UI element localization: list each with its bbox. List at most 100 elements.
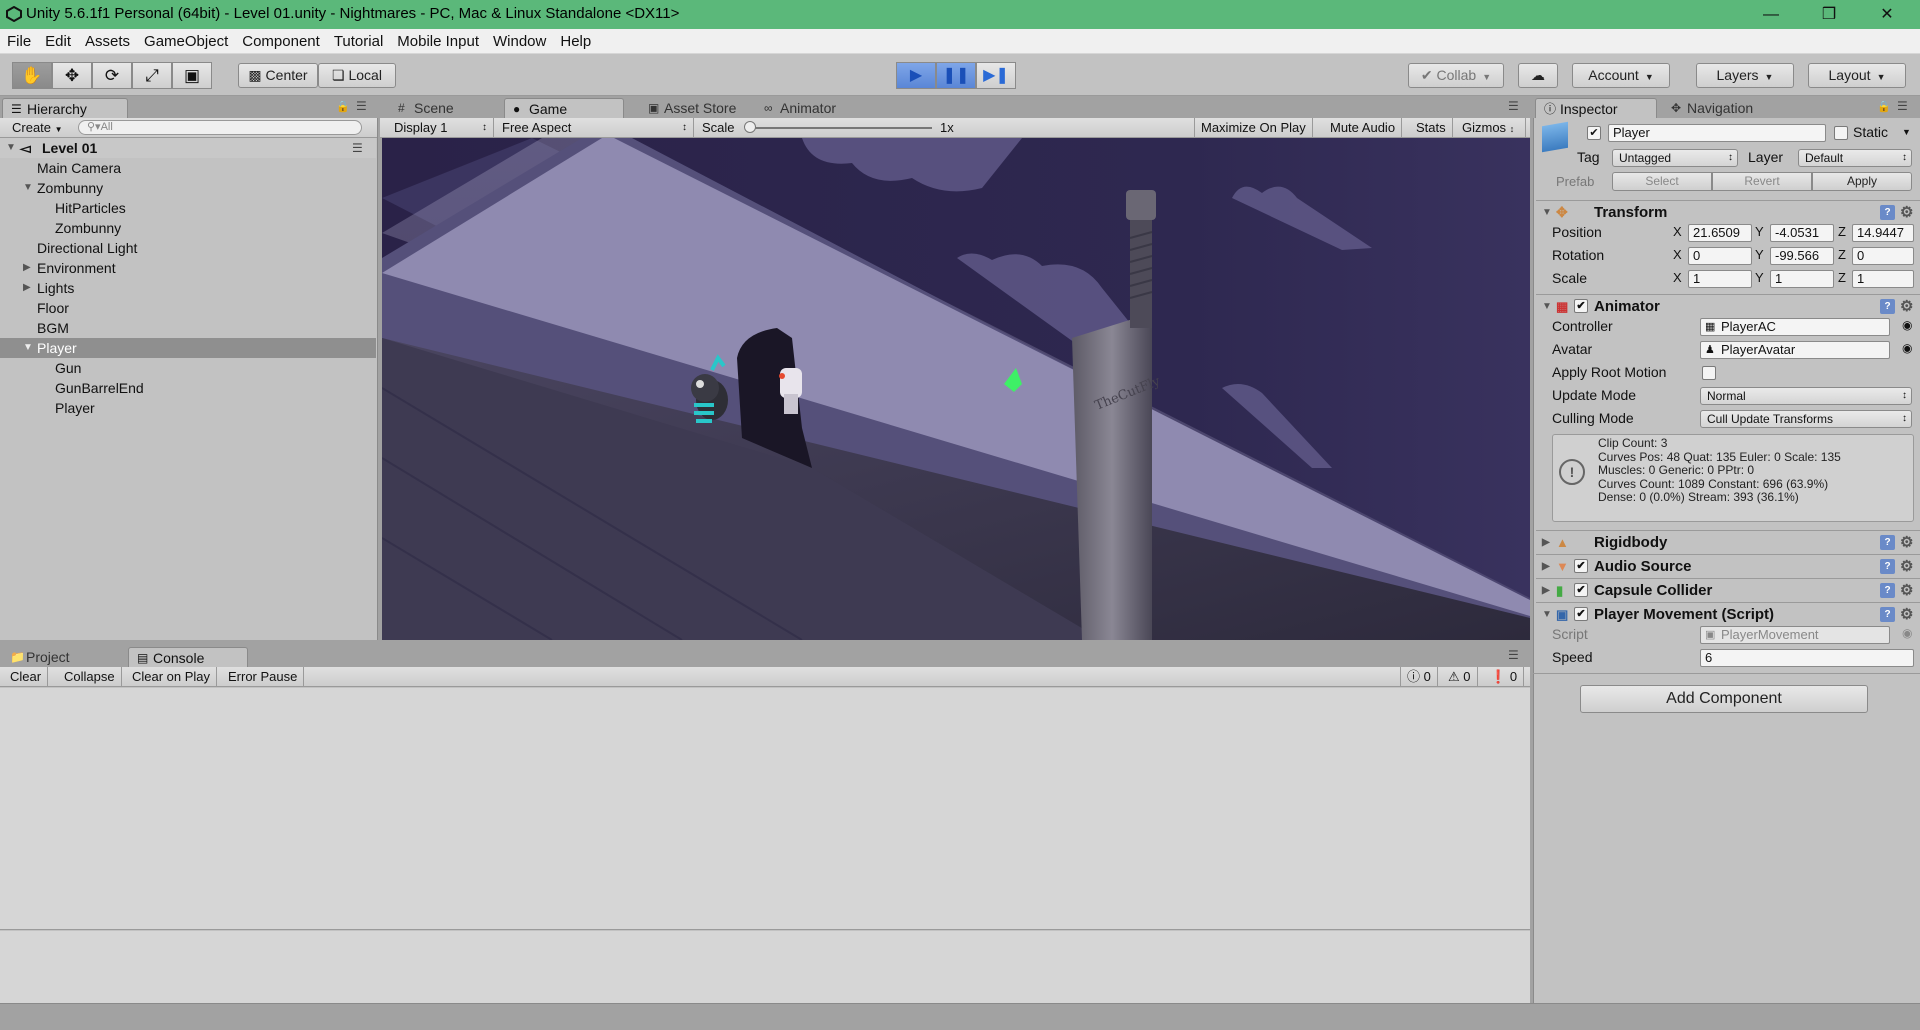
maximize-on-play-toggle[interactable]: Maximize On Play <box>1194 118 1313 138</box>
prefab-select-button[interactable]: Select <box>1612 172 1712 191</box>
expand-arrow-icon[interactable]: ▼ <box>23 178 33 198</box>
expand-arrow-icon[interactable]: ▼ <box>1542 201 1552 224</box>
position-y-field[interactable]: -4.0531 <box>1770 224 1834 242</box>
gear-icon[interactable]: ⚙ <box>1900 579 1913 602</box>
collapse-arrow-icon[interactable]: ▶ <box>1542 579 1550 602</box>
object-picker-icon[interactable]: ◉ <box>1902 341 1912 355</box>
scale-y-field[interactable]: 1 <box>1770 270 1834 288</box>
menu-mobile-input[interactable]: Mobile Input <box>390 29 486 54</box>
close-button[interactable]: ✕ <box>1859 0 1915 29</box>
panel-menu-icon[interactable]: ☰ <box>1508 99 1519 113</box>
player-movement-header[interactable]: ▼ ▣ ✔ Player Movement (Script) ? ⚙ <box>1536 602 1920 625</box>
collapse-arrow-icon[interactable]: ▶ <box>23 258 31 278</box>
rect-tool-icon[interactable]: ▣ <box>172 62 212 89</box>
expand-arrow-icon[interactable]: ▼ <box>1542 295 1552 318</box>
menu-gameobject[interactable]: GameObject <box>137 29 235 54</box>
layer-dropdown[interactable]: Default <box>1798 149 1912 167</box>
tag-dropdown[interactable]: Untagged <box>1612 149 1738 167</box>
pivot-center-button[interactable]: ▩ Center <box>238 63 318 88</box>
scene-menu-icon[interactable]: ☰ <box>352 138 363 158</box>
hierarchy-item[interactable]: ▶ Lights <box>0 278 376 298</box>
hierarchy-search-input[interactable]: ⚲▾All <box>78 120 362 135</box>
expand-arrow-icon[interactable]: ▼ <box>23 338 33 358</box>
scale-z-field[interactable]: 1 <box>1852 270 1914 288</box>
hierarchy-item[interactable]: Player <box>0 398 376 418</box>
movement-enabled-checkbox[interactable]: ✔ <box>1574 607 1588 621</box>
prefab-revert-button[interactable]: Revert <box>1712 172 1812 191</box>
hierarchy-item-selected[interactable]: ▼ Player <box>0 338 376 358</box>
tab-hierarchy[interactable]: ☰ Hierarchy <box>2 98 128 118</box>
script-field[interactable]: ▣ PlayerMovement <box>1700 626 1890 644</box>
expand-arrow-icon[interactable]: ▼ <box>6 138 16 158</box>
scale-x-field[interactable]: 1 <box>1688 270 1752 288</box>
add-component-button[interactable]: Add Component <box>1580 685 1868 713</box>
rotation-y-field[interactable]: -99.566 <box>1770 247 1834 265</box>
menu-tutorial[interactable]: Tutorial <box>327 29 390 54</box>
collapse-arrow-icon[interactable]: ▶ <box>23 278 31 298</box>
hierarchy-item[interactable]: BGM <box>0 318 376 338</box>
rotation-z-field[interactable]: 0 <box>1852 247 1914 265</box>
collapse-toggle[interactable]: Collapse <box>58 667 122 687</box>
audio-source-header[interactable]: ▶ ▼ ✔ Audio Source ? ⚙ <box>1536 554 1920 577</box>
hierarchy-item[interactable]: Gun <box>0 358 376 378</box>
aspect-dropdown[interactable]: Free Aspect ↕ <box>494 118 694 137</box>
play-button-icon[interactable]: ▶ <box>896 62 936 89</box>
maximize-button[interactable]: ❒ <box>1801 0 1857 29</box>
help-icon[interactable]: ? <box>1880 559 1895 574</box>
scale-slider-thumb[interactable] <box>744 121 756 133</box>
lock-icon[interactable]: 🔒 <box>1877 100 1891 113</box>
tab-scene[interactable]: # Scene <box>390 98 490 118</box>
audio-enabled-checkbox[interactable]: ✔ <box>1574 559 1588 573</box>
hierarchy-item[interactable]: Floor <box>0 298 376 318</box>
expand-arrow-icon[interactable]: ▼ <box>1542 603 1552 626</box>
gear-icon[interactable]: ⚙ <box>1900 295 1913 318</box>
move-tool-icon[interactable]: ✥ <box>52 62 92 89</box>
tab-asset-store[interactable]: ▣ Asset Store <box>640 98 770 118</box>
hierarchy-item[interactable]: ▶ Environment <box>0 258 376 278</box>
tab-inspector[interactable]: ⓘ Inspector <box>1535 98 1657 118</box>
lock-icon[interactable]: 🔒 <box>336 100 350 113</box>
animator-enabled-checkbox[interactable]: ✔ <box>1574 299 1588 313</box>
scale-tool-icon[interactable]: ⤢ <box>132 62 172 89</box>
collapse-arrow-icon[interactable]: ▶ <box>1542 531 1550 554</box>
stats-toggle[interactable]: Stats <box>1410 118 1453 138</box>
tab-project[interactable]: 📁 Project <box>2 647 122 667</box>
hierarchy-item[interactable]: HitParticles <box>0 198 376 218</box>
help-icon[interactable]: ? <box>1880 607 1895 622</box>
pivot-local-button[interactable]: ❏ Local <box>318 63 396 88</box>
active-checkbox[interactable]: ✔ <box>1587 126 1601 140</box>
hierarchy-item[interactable]: Zombunny <box>0 218 376 238</box>
cloud-button-icon[interactable]: ☁ <box>1518 63 1558 88</box>
prefab-apply-button[interactable]: Apply <box>1812 172 1912 191</box>
tab-game[interactable]: ● Game <box>504 98 624 118</box>
help-icon[interactable]: ? <box>1880 583 1895 598</box>
help-icon[interactable]: ? <box>1880 535 1895 550</box>
scale-slider-track[interactable] <box>748 127 932 129</box>
warning-count-toggle[interactable]: ⚠ 0 <box>1442 667 1478 687</box>
minimize-button[interactable]: — <box>1743 0 1799 29</box>
gear-icon[interactable]: ⚙ <box>1900 531 1913 554</box>
account-dropdown[interactable]: Account ▼ <box>1572 63 1670 88</box>
hierarchy-item[interactable]: Main Camera <box>0 158 376 178</box>
gear-icon[interactable]: ⚙ <box>1900 603 1913 626</box>
capsule-collider-header[interactable]: ▶ ▮ ✔ Capsule Collider ? ⚙ <box>1536 578 1920 601</box>
tab-animator[interactable]: ∞ Animator <box>756 98 876 118</box>
object-picker-icon[interactable]: ◉ <box>1902 626 1912 640</box>
apply-root-motion-checkbox[interactable] <box>1702 366 1716 380</box>
collab-button[interactable]: ✔ Collab ▼ <box>1408 63 1504 88</box>
clear-button[interactable]: Clear <box>4 667 49 687</box>
tab-navigation[interactable]: ✥ Navigation <box>1663 98 1787 118</box>
clear-on-play-toggle[interactable]: Clear on Play <box>126 667 218 687</box>
speed-field[interactable]: 6 <box>1700 649 1914 667</box>
help-icon[interactable]: ? <box>1880 299 1895 314</box>
layout-dropdown[interactable]: Layout ▼ <box>1808 63 1906 88</box>
gear-icon[interactable]: ⚙ <box>1900 555 1913 578</box>
avatar-field[interactable]: ♟ PlayerAvatar <box>1700 341 1890 359</box>
rotate-tool-icon[interactable]: ⟳ <box>92 62 132 89</box>
menu-window[interactable]: Window <box>486 29 553 54</box>
panel-menu-icon[interactable]: ☰ <box>1508 648 1519 662</box>
hierarchy-item[interactable]: Directional Light <box>0 238 376 258</box>
scene-row[interactable]: ▼ ◅ Level 01 ☰ <box>0 138 376 158</box>
console-log-list[interactable] <box>0 688 1530 930</box>
rigidbody-header[interactable]: ▶ ▲ Rigidbody ? ⚙ <box>1536 530 1920 553</box>
